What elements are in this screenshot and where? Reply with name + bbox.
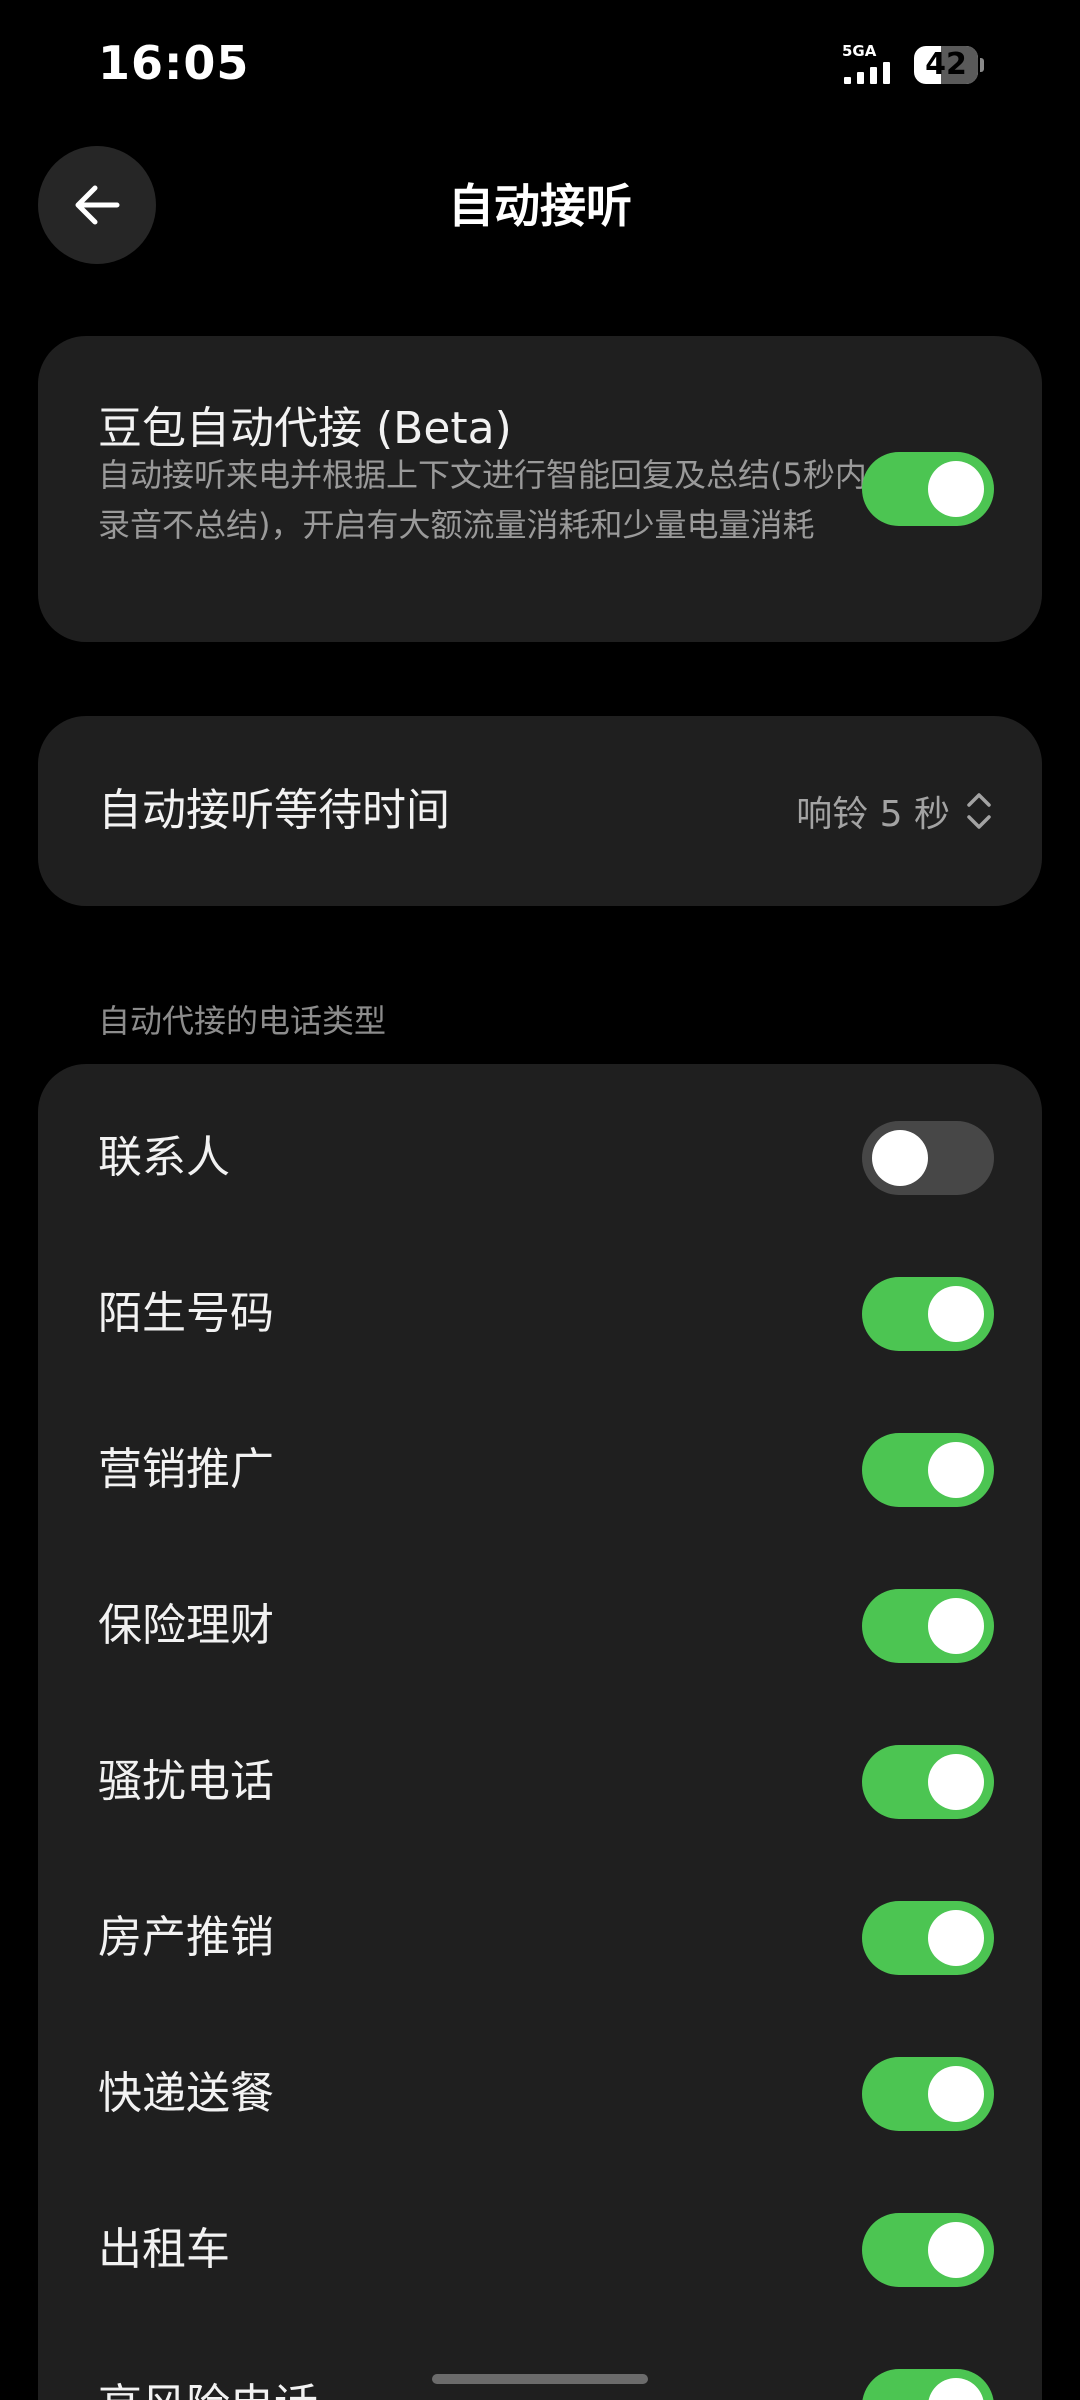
call-type-label: 快递送餐 <box>98 2068 274 2119</box>
auto-answer-title: 豆包自动代接 (Beta) <box>98 403 512 454</box>
call-type-label: 房产推销 <box>98 1912 274 1963</box>
toggle-knob <box>928 461 984 517</box>
call-type-row[interactable]: 陌生号码 <box>38 1236 1042 1392</box>
signal-bar <box>883 62 890 84</box>
call-type-row[interactable]: 联系人 <box>38 1080 1042 1236</box>
call-type-row[interactable]: 出租车 <box>38 2172 1042 2328</box>
toggle-knob <box>872 1130 928 1186</box>
signal-bar <box>844 77 851 84</box>
call-type-row[interactable]: 骚扰电话 <box>38 1704 1042 1860</box>
wait-time-row[interactable]: 自动接听等待时间 响铃 5 秒 <box>38 716 1042 906</box>
network-label: 5GA <box>842 42 877 60</box>
auto-answer-card: 豆包自动代接 (Beta) 自动接听来电并根据上下文进行智能回复及总结(5秒内录… <box>38 336 1042 642</box>
call-type-toggle[interactable] <box>862 1745 994 1819</box>
call-type-toggle[interactable] <box>862 2369 994 2400</box>
call-type-toggle[interactable] <box>862 1433 994 1507</box>
signal-icon: 5GA <box>842 44 896 84</box>
battery-icon: 42 <box>914 46 984 84</box>
screen: 16:05 5GA 42 自动接听 豆包自动代接 (Beta) 自动接听来电并根… <box>0 0 1080 2400</box>
call-type-toggle[interactable] <box>862 2057 994 2131</box>
call-type-label: 骚扰电话 <box>98 1756 274 1807</box>
call-type-row[interactable]: 营销推广 <box>38 1392 1042 1548</box>
status-bar: 16:05 5GA 42 <box>0 0 1080 130</box>
home-indicator[interactable] <box>432 2374 648 2384</box>
wait-time-selector[interactable]: 响铃 5 秒 <box>796 716 994 906</box>
chevron-up-down-icon <box>967 793 991 829</box>
call-type-row[interactable]: 保险理财 <box>38 1548 1042 1704</box>
battery-body: 42 <box>914 46 978 84</box>
toggle-knob <box>928 2222 984 2278</box>
call-type-label: 高风险电话 <box>98 2328 318 2400</box>
toggle-knob <box>928 2066 984 2122</box>
toggle-knob <box>928 1442 984 1498</box>
auto-answer-toggle[interactable] <box>862 452 994 526</box>
signal-bar <box>857 72 864 84</box>
call-type-label: 营销推广 <box>98 1444 274 1495</box>
wait-time-value: 响铃 5 秒 <box>796 794 950 835</box>
signal-bar <box>870 67 877 84</box>
call-type-toggle[interactable] <box>862 1901 994 1975</box>
toggle-knob <box>928 1754 984 1810</box>
toggle-knob <box>928 1910 984 1966</box>
page-title: 自动接听 <box>448 179 632 233</box>
call-type-label: 保险理财 <box>98 1600 274 1651</box>
toggle-knob <box>928 1286 984 1342</box>
call-type-label: 联系人 <box>98 1132 230 1183</box>
call-type-row[interactable]: 房产推销 <box>38 1860 1042 2016</box>
call-type-label: 出租车 <box>98 2224 230 2275</box>
call-type-row[interactable]: 高风险电话 <box>38 2328 1042 2400</box>
battery-level-text: 42 <box>925 47 967 82</box>
status-time: 16:05 <box>98 36 250 90</box>
toggle-knob <box>928 1598 984 1654</box>
wait-time-label: 自动接听等待时间 <box>98 785 450 836</box>
toggle-knob <box>928 2378 984 2400</box>
call-type-row[interactable]: 快递送餐 <box>38 2016 1042 2172</box>
call-type-label: 陌生号码 <box>98 1288 274 1339</box>
call-type-toggle[interactable] <box>862 1121 994 1195</box>
call-types-list: 联系人陌生号码营销推广保险理财骚扰电话房产推销快递送餐出租车高风险电话 <box>38 1064 1042 2400</box>
auto-answer-description: 自动接听来电并根据上下文进行智能回复及总结(5秒内录音不总结)，开启有大额流量消… <box>98 456 867 544</box>
call-type-toggle[interactable] <box>862 2213 994 2287</box>
call-type-toggle[interactable] <box>862 1589 994 1663</box>
signal-bars <box>842 62 896 84</box>
call-type-toggle[interactable] <box>862 1277 994 1351</box>
battery-tip <box>980 58 984 72</box>
call-types-section-label: 自动代接的电话类型 <box>98 1002 387 1040</box>
